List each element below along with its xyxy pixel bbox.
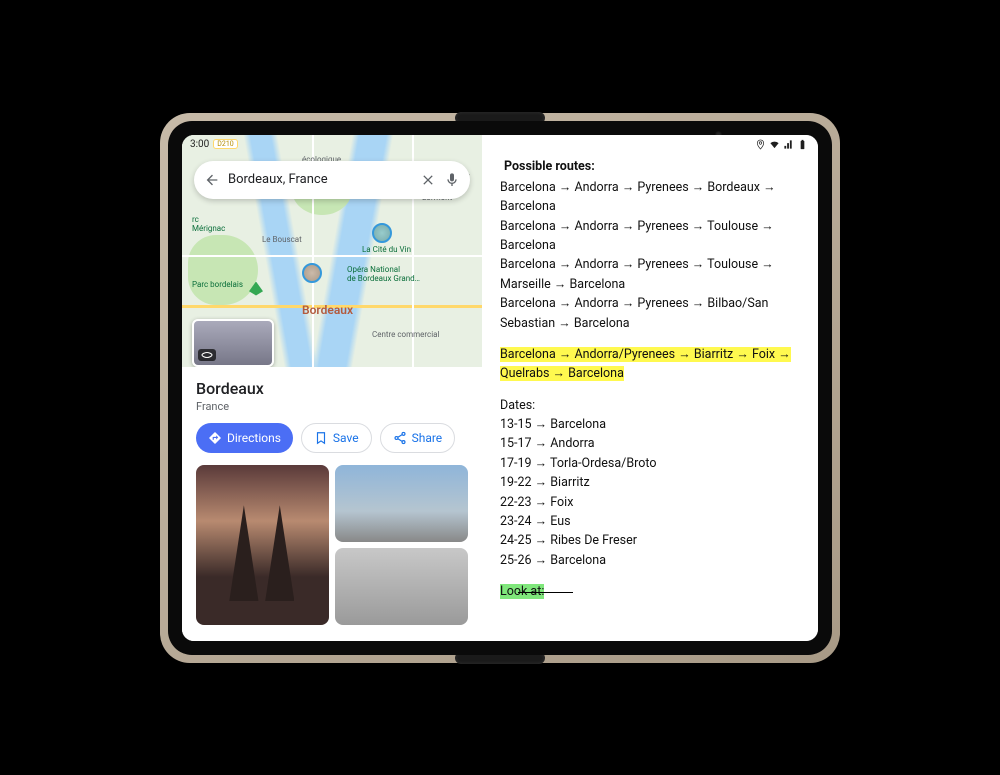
- gallery-photo[interactable]: [335, 465, 468, 542]
- date-line: 23-24 → Eus: [500, 512, 800, 531]
- map-place-pin[interactable]: [372, 223, 392, 243]
- map-label: Opéra National de Bordeaux Grand…: [347, 265, 420, 283]
- search-bar[interactable]: Bordeaux, France: [194, 161, 470, 199]
- back-icon[interactable]: [204, 172, 220, 188]
- photo-gallery: [196, 465, 468, 625]
- wifi-icon: [769, 139, 780, 150]
- map-label: rc Mérignac: [192, 215, 225, 233]
- clear-icon[interactable]: [420, 172, 436, 188]
- location-icon: [755, 139, 766, 150]
- share-label: Share: [412, 431, 443, 445]
- map-label: Parc bordelais: [192, 280, 243, 289]
- directions-button[interactable]: Directions: [196, 423, 293, 453]
- map-label: Le Bouscat: [262, 235, 302, 244]
- route-chip: D210: [213, 139, 237, 149]
- screen: écologique des barails Bassens Carbon-Bl…: [182, 135, 818, 641]
- search-input[interactable]: Bordeaux, France: [228, 172, 412, 187]
- date-line: 15-17 → Andorra: [500, 434, 800, 453]
- routes-heading: Possible routes:: [500, 157, 800, 176]
- status-bar-right: [755, 139, 808, 150]
- route-line: Barcelona → Andorra → Pyrenees → Bordeau…: [500, 178, 800, 217]
- streetview-thumbnail[interactable]: [192, 319, 274, 367]
- place-title: Bordeaux: [196, 379, 468, 398]
- map-place-pin[interactable]: [302, 263, 322, 283]
- battery-icon: [797, 139, 808, 150]
- route-highlighted: Barcelona → Andorra/Pyrenees → Biarritz …: [500, 345, 800, 384]
- save-label: Save: [333, 431, 359, 445]
- map-label: La Cité du Vin: [362, 245, 411, 254]
- date-line: 19-22 → Biarritz: [500, 473, 800, 492]
- lookat-line: Look at:: [500, 582, 800, 601]
- gallery-photo[interactable]: [335, 548, 468, 625]
- map-city-label: Bordeaux: [302, 303, 353, 317]
- place-subtitle: France: [196, 400, 468, 413]
- mic-icon[interactable]: [444, 172, 460, 188]
- date-line: 22-23 → Foix: [500, 493, 800, 512]
- status-bar-left: 3:00 D210: [190, 139, 238, 150]
- gallery-photo[interactable]: [196, 465, 329, 625]
- panorama-icon: [198, 349, 216, 361]
- note-body[interactable]: Possible routes: Barcelona → Andorra → P…: [500, 157, 800, 602]
- route-line: Barcelona → Andorra → Pyrenees → Bilbao/…: [500, 294, 800, 333]
- date-line: 25-26 → Barcelona: [500, 551, 800, 570]
- route-line: Barcelona → Andorra → Pyrenees → Toulous…: [500, 255, 800, 294]
- maps-pane: écologique des barails Bassens Carbon-Bl…: [182, 135, 482, 641]
- date-line: 13-15 → Barcelona: [500, 415, 800, 434]
- status-time: 3:00: [190, 139, 209, 150]
- dates-heading: Dates:: [500, 396, 800, 415]
- route-line: Barcelona → Andorra → Pyrenees → Toulous…: [500, 217, 800, 256]
- directions-label: Directions: [227, 431, 281, 445]
- notes-pane[interactable]: Possible routes: Barcelona → Andorra → P…: [482, 135, 818, 641]
- bezel: écologique des barails Bassens Carbon-Bl…: [168, 121, 832, 655]
- place-sheet: Bordeaux France Directions Save: [182, 367, 482, 640]
- foldable-device: écologique des barails Bassens Carbon-Bl…: [160, 113, 840, 663]
- share-button[interactable]: Share: [380, 423, 456, 453]
- map-canvas[interactable]: écologique des barails Bassens Carbon-Bl…: [182, 135, 482, 368]
- signal-icon: [783, 139, 794, 150]
- save-button[interactable]: Save: [301, 423, 372, 453]
- date-line: 17-19 → Torla-Ordesa/Broto: [500, 454, 800, 473]
- map-label: Centre commercial: [372, 330, 439, 339]
- date-line: 24-25 → Ribes De Freser: [500, 531, 800, 550]
